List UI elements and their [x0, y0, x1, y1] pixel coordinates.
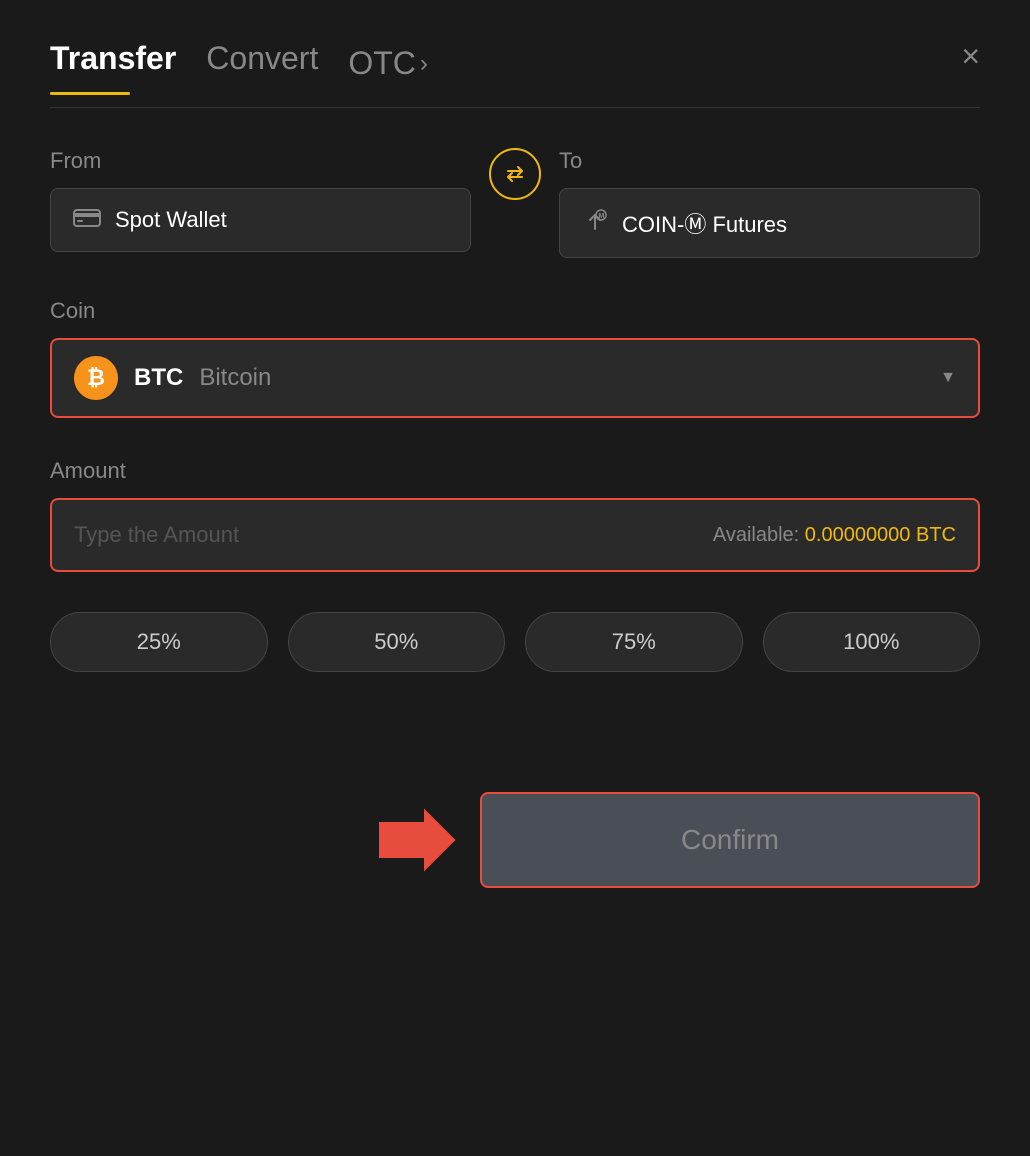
- arrow-indicator-icon: [370, 800, 460, 880]
- coin-section: Coin ₿ BTC Bitcoin ▼: [50, 298, 980, 418]
- pct-50-button[interactable]: 50%: [288, 612, 506, 672]
- available-info: Available: 0.00000000 BTC: [713, 524, 956, 547]
- from-wallet-name: Spot Wallet: [115, 207, 227, 233]
- coin-label: Coin: [50, 298, 980, 324]
- header-divider: [50, 107, 980, 108]
- bottom-row: Confirm: [50, 792, 980, 888]
- tab-bar: Transfer Convert OTC ›: [50, 40, 428, 87]
- amount-section: Amount Type the Amount Available: 0.0000…: [50, 458, 980, 572]
- coin-dropdown[interactable]: ₿ BTC Bitcoin ▼: [50, 338, 980, 418]
- coin-full-name: Bitcoin: [199, 364, 271, 392]
- from-to-row: From Spot Wallet: [50, 148, 980, 258]
- to-label: To: [559, 148, 980, 174]
- transfer-modal: Transfer Convert OTC › × From Spot W: [0, 0, 1030, 1156]
- tab-convert[interactable]: Convert: [206, 40, 318, 87]
- pct-25-button[interactable]: 25%: [50, 612, 268, 672]
- swap-container: [471, 148, 559, 210]
- otc-chevron-icon: ›: [420, 50, 428, 78]
- modal-header: Transfer Convert OTC › ×: [50, 40, 980, 87]
- arrow-area: [50, 800, 480, 880]
- close-button[interactable]: ×: [961, 40, 980, 72]
- percentage-buttons: 25% 50% 75% 100%: [50, 612, 980, 672]
- from-block: From Spot Wallet: [50, 148, 471, 252]
- available-value: 0.00000000 BTC: [805, 524, 956, 546]
- amount-placeholder: Type the Amount: [74, 522, 239, 548]
- amount-input-box[interactable]: Type the Amount Available: 0.00000000 BT…: [50, 498, 980, 572]
- wallet-card-icon: [73, 207, 101, 233]
- from-label: From: [50, 148, 471, 174]
- coin-symbol: BTC: [134, 364, 183, 392]
- tab-otc[interactable]: OTC ›: [348, 45, 428, 82]
- pct-75-button[interactable]: 75%: [525, 612, 743, 672]
- to-wallet-name: COIN-Ⓜ Futures: [622, 207, 787, 239]
- confirm-button[interactable]: Confirm: [480, 792, 980, 888]
- amount-label: Amount: [50, 458, 980, 484]
- svg-text:M: M: [599, 213, 605, 220]
- swap-button[interactable]: [489, 148, 541, 200]
- pct-100-button[interactable]: 100%: [763, 612, 981, 672]
- tab-transfer[interactable]: Transfer: [50, 40, 176, 87]
- to-wallet-select[interactable]: M COIN-Ⓜ Futures: [559, 188, 980, 258]
- to-block: To M COIN-Ⓜ Futures: [559, 148, 980, 258]
- available-label: Available:: [713, 524, 799, 546]
- dropdown-arrow-icon: ▼: [940, 369, 956, 387]
- from-wallet-select[interactable]: Spot Wallet: [50, 188, 471, 252]
- btc-icon: ₿: [74, 356, 118, 400]
- futures-icon: M: [582, 207, 608, 239]
